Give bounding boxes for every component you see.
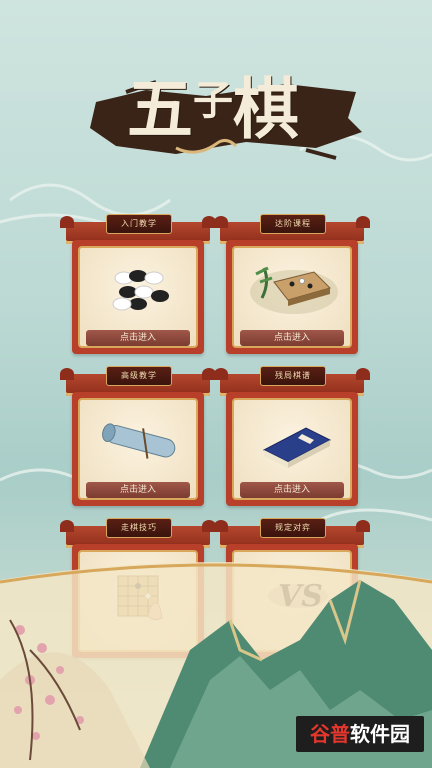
title-char-wu: 五 <box>127 70 199 148</box>
title-char-zi: 子 <box>193 77 239 124</box>
card-frame: 点击进入 <box>72 240 204 354</box>
card-frame: 点击进入 <box>72 392 204 506</box>
enter-button[interactable]: 点击进入 <box>240 330 344 346</box>
game-title: 五子棋 <box>0 56 432 152</box>
card-caption: 走棋技巧 <box>106 518 172 538</box>
card-endgame-manual[interactable]: 残局棋谱 点击进入 <box>214 366 370 506</box>
enter-button[interactable]: 点击进入 <box>240 482 344 498</box>
watermark-part2: 软件园 <box>350 722 410 746</box>
card-beginner[interactable]: 入门教学 点击进入 <box>60 214 216 354</box>
card-caption: 规定对弈 <box>260 518 326 538</box>
enter-button[interactable]: 点击进入 <box>86 330 190 346</box>
card-frame: 点击进入 <box>226 392 358 506</box>
watermark-part1: 谷普 <box>310 722 350 746</box>
card-frame: 点击进入 <box>226 240 358 354</box>
card-advanced-course[interactable]: 达阶课程 点击进入 <box>214 214 370 354</box>
card-advanced-teaching[interactable]: 高级教学 点击进入 <box>60 366 216 506</box>
card-caption: 达阶课程 <box>260 214 326 234</box>
watermark-logo: 谷普软件园 <box>296 716 424 752</box>
card-caption: 入门教学 <box>106 214 172 234</box>
card-caption: 残局棋谱 <box>260 366 326 386</box>
enter-button[interactable]: 点击进入 <box>86 482 190 498</box>
title-char-qi: 棋 <box>233 70 305 148</box>
card-caption: 高级教学 <box>106 366 172 386</box>
